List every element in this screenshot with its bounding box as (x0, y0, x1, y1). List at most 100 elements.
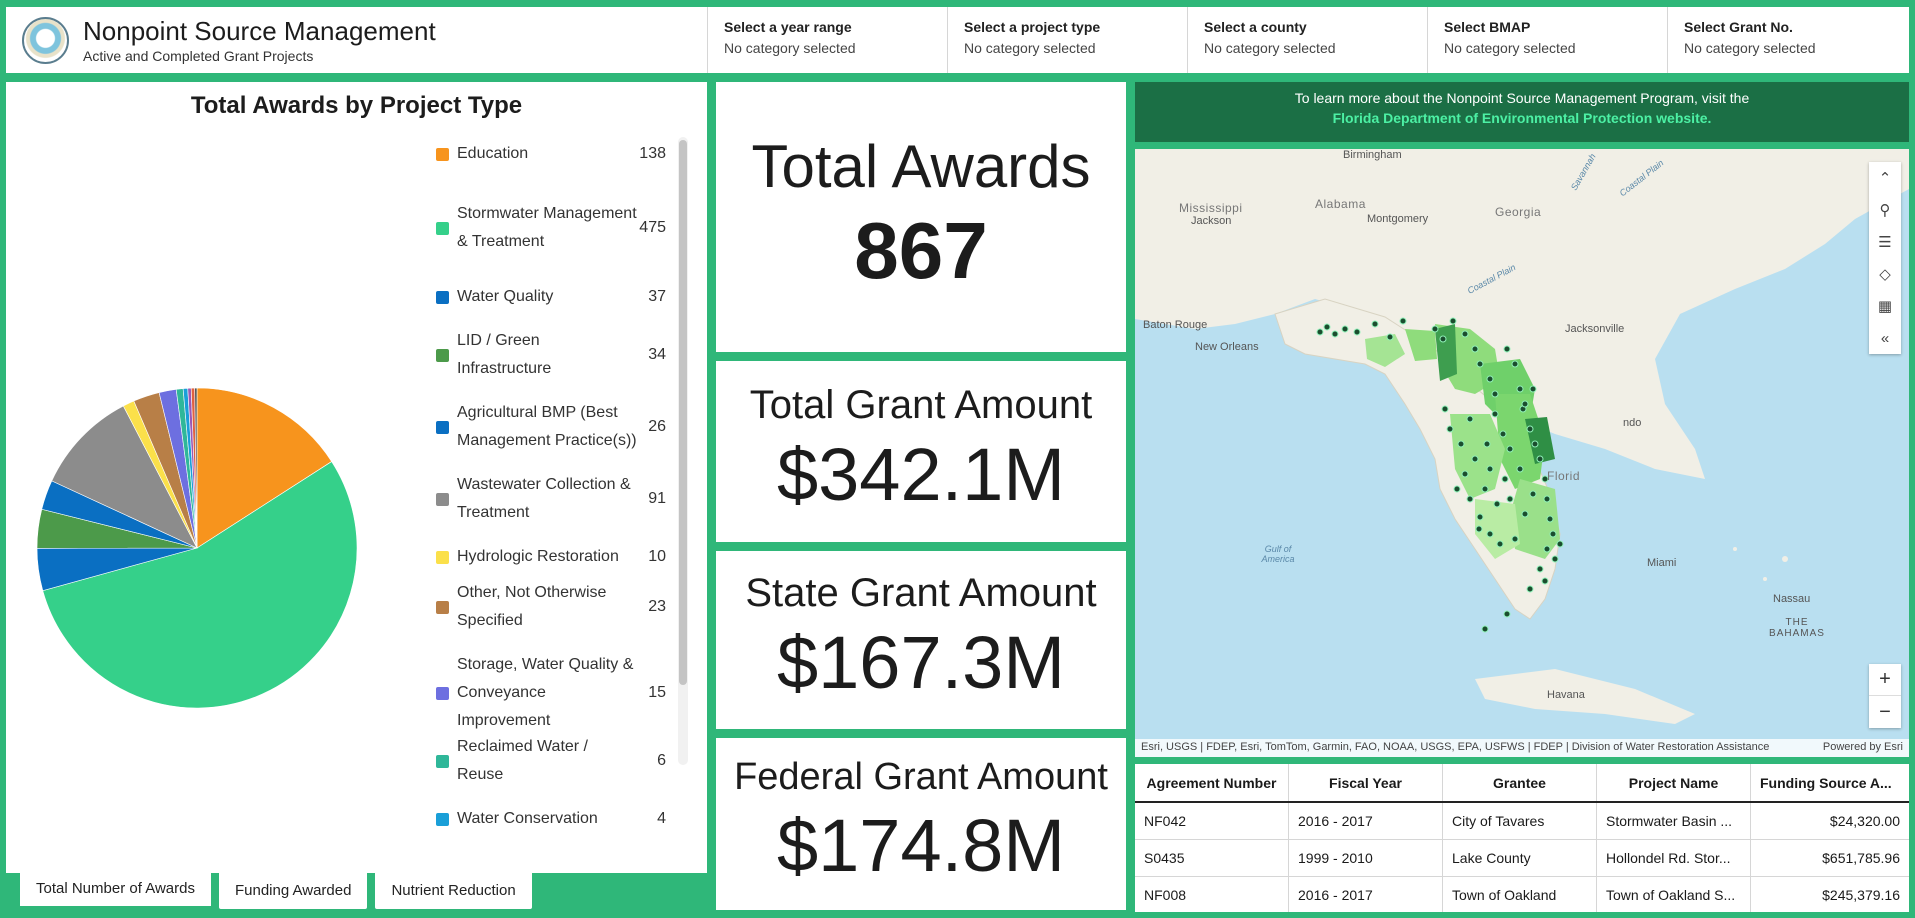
cell-agreement-number: S0435 (1135, 840, 1289, 876)
brand: Nonpoint Source Management Active and Co… (6, 7, 708, 73)
total-awards-value: 867 (854, 206, 988, 295)
total-awards-card: Total Awards 867 (716, 82, 1126, 352)
filter-project-type[interactable]: Select a project type No category select… (948, 7, 1188, 73)
legend-label: LID / Green Infrastructure (457, 332, 552, 377)
column-header-fiscal-year[interactable]: Fiscal Year (1289, 764, 1443, 801)
column-header-funding-source[interactable]: Funding Source A... (1751, 764, 1909, 801)
header-bar: Nonpoint Source Management Active and Co… (6, 7, 1909, 73)
tab-funding-awarded[interactable]: Funding Awarded (218, 871, 368, 909)
map-label-jackson: Jackson (1191, 215, 1232, 227)
zoom-in-button[interactable]: + (1869, 664, 1901, 696)
legend-swatch (436, 686, 449, 700)
column-header-grantee[interactable]: Grantee (1443, 764, 1597, 801)
total-grant-title: Total Grant Amount (749, 383, 1093, 427)
tab-nutrient-reduction[interactable]: Nutrient Reduction (375, 871, 532, 909)
layers-icon[interactable]: ◇ (1869, 258, 1901, 290)
qr-icon[interactable]: ▦ (1869, 290, 1901, 322)
legend-label: Wastewater Collection & Treatment (457, 476, 631, 521)
filter-value: No category selected (1684, 40, 1816, 56)
cell-grantee: City of Tavares (1443, 803, 1597, 839)
legend-item[interactable]: Hydrologic Restoration 10 (426, 543, 666, 571)
total-awards-title: Total Awards (751, 133, 1091, 200)
zoom-out-button[interactable]: − (1869, 696, 1901, 728)
legend-item[interactable]: Agricultural BMP (Best Management Practi… (426, 399, 666, 455)
legend-scrollbar[interactable] (678, 137, 688, 765)
cell-agreement-number: NF042 (1135, 803, 1289, 839)
chart-tabs: Total Number of Awards Funding Awarded N… (20, 871, 532, 909)
legend-item[interactable]: Water Quality 37 (426, 283, 666, 311)
cell-fiscal-year: 1999 - 2010 (1289, 840, 1443, 876)
filter-value: No category selected (724, 40, 856, 56)
legend-count: 26 (648, 418, 666, 435)
legend-item[interactable]: Reclaimed Water / Reuse 6 (426, 733, 666, 789)
legend-item[interactable]: Wastewater Collection & Treatment 91 (426, 471, 666, 527)
filter-county[interactable]: Select a county No category selected (1188, 7, 1428, 73)
list-icon[interactable]: ☰ (1869, 226, 1901, 258)
state-grant-title: State Grant Amount (745, 571, 1097, 615)
filter-grant-no[interactable]: Select Grant No. No category selected (1668, 7, 1909, 73)
legend-item[interactable]: Stormwater Management & Treatment 475 (426, 186, 666, 270)
legend-swatch (436, 754, 449, 768)
table-row[interactable]: S0435 1999 - 2010 Lake County Hollondel … (1135, 840, 1909, 877)
fdep-website-link[interactable]: Florida Department of Environmental Prot… (1135, 108, 1909, 128)
map-label-jacksonville: Jacksonville (1565, 323, 1625, 335)
column-header-agreement-number[interactable]: Agreement Number (1135, 764, 1289, 801)
legend-label: Water Quality (457, 288, 554, 305)
federal-grant-value: $174.8M (777, 804, 1065, 887)
map-label-nassau: Nassau (1773, 593, 1811, 605)
legend-swatch (436, 348, 449, 362)
powered-by-esri[interactable]: Powered by Esri (1823, 741, 1903, 755)
legend-label: Reclaimed Water / Reuse (457, 738, 588, 783)
search-icon[interactable]: ⚲ (1869, 194, 1901, 226)
legend-item[interactable]: Storage, Water Quality & Conveyance Impr… (426, 651, 666, 735)
map-label-montgomery: Montgomery (1367, 213, 1429, 225)
collapse-up-icon[interactable]: ⌃ (1869, 162, 1901, 194)
cell-funding-amount: $24,320.00 (1829, 813, 1900, 829)
legend-swatch (436, 600, 449, 614)
info-text: To learn more about the Nonpoint Source … (1294, 90, 1750, 106)
legend-item[interactable]: Other, Not Otherwise Specified 23 (426, 579, 666, 635)
legend-count: 37 (648, 288, 666, 305)
state-grant-value: $167.3M (777, 621, 1065, 704)
tab-total-number-of-awards[interactable]: Total Number of Awards (20, 871, 211, 909)
cell-project-name: Hollondel Rd. Stor... (1597, 840, 1751, 876)
project-map[interactable]: Birmingham Mississippi Jackson Alabama M… (1135, 149, 1909, 757)
filter-bmap[interactable]: Select BMAP No category selected (1428, 7, 1668, 73)
app-title: Nonpoint Source Management (83, 16, 436, 46)
legend-item[interactable]: LID / Green Infrastructure 34 (426, 327, 666, 383)
map-basemap (1135, 149, 1909, 724)
legend-label: Stormwater Management & Treatment (457, 205, 637, 250)
table-row[interactable]: NF042 2016 - 2017 City of Tavares Stormw… (1135, 803, 1909, 840)
zoom-controls: + − (1869, 664, 1901, 728)
legend-item[interactable]: Education 138 (426, 140, 666, 168)
table-row[interactable]: NF008 2016 - 2017 Town of Oakland Town o… (1135, 877, 1909, 912)
cell-funding-amount: $245,379.16 (1822, 887, 1900, 903)
chart-legend: Education 138 Stormwater Management & Trea… (426, 140, 676, 918)
map-label-miami: Miami (1647, 557, 1677, 569)
map-label-baton-rouge: Baton Rouge (1143, 319, 1208, 331)
legend-count: 91 (648, 490, 666, 507)
filter-label: Select a year range (724, 19, 852, 35)
map-label-florida: Florid (1547, 469, 1581, 483)
total-grant-card: Total Grant Amount $342.1M (716, 361, 1126, 542)
legend-count: 138 (639, 145, 666, 162)
map-label-mississippi: Mississippi (1179, 201, 1243, 215)
awards-pie-chart[interactable] (36, 387, 358, 709)
collapse-left-icon[interactable]: « (1869, 322, 1901, 354)
filter-year-range[interactable]: Select a year range No category selected (708, 7, 948, 73)
cell-grantee: Lake County (1443, 840, 1597, 876)
map-label-orlando: ndo (1623, 417, 1642, 429)
map-label-bahamas: THE BAHAMAS (1769, 617, 1825, 639)
legend-item[interactable]: Water Conservation 4 (426, 805, 666, 833)
legend-swatch (436, 147, 449, 161)
awards-pie-panel: Total Awards by Project Type Education 13… (6, 82, 707, 873)
column-header-project-name[interactable]: Project Name (1597, 764, 1751, 801)
filter-value: No category selected (964, 40, 1096, 56)
filter-value: No category selected (1444, 40, 1576, 56)
legend-swatch (436, 492, 449, 506)
projects-table: Agreement Number Fiscal Year Grantee Pro… (1135, 764, 1909, 912)
federal-grant-title: Federal Grant Amount (734, 756, 1108, 798)
legend-scroll-thumb[interactable] (679, 140, 687, 685)
map-label-gulf: Gulf of America (1261, 544, 1295, 564)
legend-label: Hydrologic Restoration (457, 548, 619, 565)
